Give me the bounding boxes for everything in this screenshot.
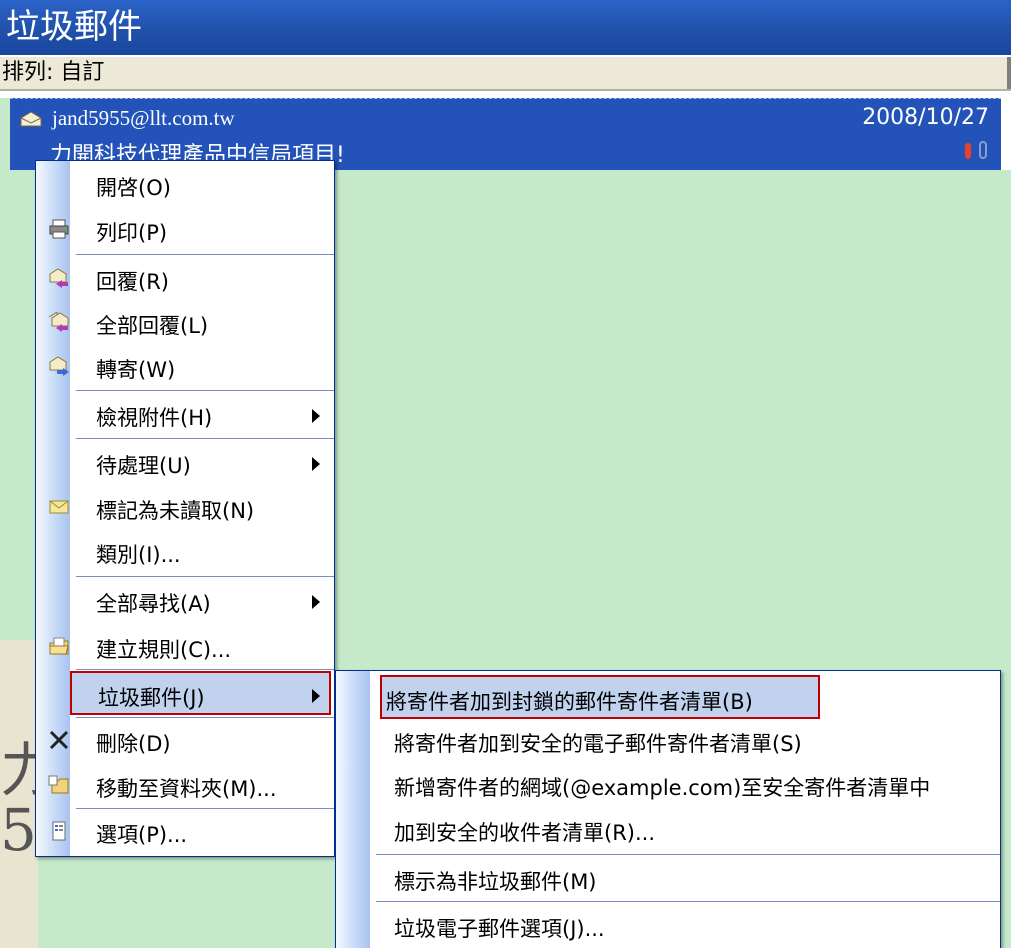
delete-x-icon [49, 730, 69, 750]
menu-separator [376, 901, 1000, 902]
menu-separator [76, 390, 334, 391]
scrollbar-edge[interactable] [1001, 98, 1011, 170]
reply-icon [49, 268, 68, 288]
menu-item-forward[interactable]: 轉寄(W) [36, 345, 334, 389]
submenu-item-block-sender[interactable]: 將寄件者加到封鎖的郵件寄件者清單(B) [380, 675, 820, 719]
junk-mail-submenu: 將寄件者加到封鎖的郵件寄件者清單(B) 將寄件者加到安全的電子郵件寄件者清單(S… [335, 670, 1001, 948]
menu-separator [76, 438, 334, 439]
menu-separator [76, 254, 334, 255]
menu-item-find-all[interactable]: 全部尋找(A) [36, 579, 334, 623]
menu-item-categories[interactable]: 類別(I)... [36, 530, 334, 574]
menu-item-view-attachments[interactable]: 檢視附件(H) [36, 393, 334, 437]
menu-separator [76, 717, 334, 718]
printer-icon [49, 219, 69, 239]
submenu-arrow-icon [312, 689, 320, 703]
menu-item-reply[interactable]: 回覆(R) [36, 257, 334, 301]
rules-icon [49, 637, 69, 655]
submenu-item-junk-options[interactable]: 垃圾電子郵件選項(J)... [336, 904, 1000, 948]
menu-item-delete[interactable]: 刪除(D) [36, 719, 334, 763]
context-menu: 開啓(O) 列印(P) 回覆(R) 全部回覆(L) 轉寄(W) 檢視附件(H) … [35, 160, 335, 857]
submenu-arrow-icon [312, 457, 320, 471]
menu-separator [376, 854, 1000, 855]
submenu-item-safe-domain[interactable]: 新增寄件者的網域(@example.com)至安全寄件者清單中 [336, 763, 1000, 807]
menu-item-move-to-folder[interactable]: 移動至資料夾(M)... [36, 764, 334, 808]
list-top-strip [0, 91, 1011, 98]
menu-separator [76, 808, 334, 809]
menu-separator [76, 576, 334, 577]
submenu-item-safe-recipient[interactable]: 加到安全的收件者清單(R)... [336, 808, 1000, 852]
submenu-arrow-icon [312, 409, 320, 423]
menu-item-print[interactable]: 列印(P) [36, 208, 334, 252]
menu-item-open[interactable]: 開啓(O) [36, 163, 334, 207]
menu-item-mark-unread[interactable]: 標記為未讀取(N) [36, 486, 334, 530]
message-sender: jand5955@llt.com.tw [52, 106, 235, 130]
menu-item-options[interactable]: 選項(P)... [36, 810, 334, 854]
forward-icon [49, 356, 69, 376]
sort-label: 排列: 自訂 [2, 60, 105, 85]
envelope-open-icon [20, 111, 42, 127]
menu-item-junk-mail[interactable]: 垃圾郵件(J) [70, 671, 331, 715]
reply-all-icon [48, 312, 69, 332]
move-folder-icon [48, 775, 69, 794]
submenu-item-not-junk[interactable]: 標示為非垃圾郵件(M) [336, 857, 1000, 901]
submenu-arrow-icon [312, 595, 320, 609]
options-icon [52, 821, 66, 841]
folder-title: 垃圾郵件 [0, 0, 1011, 55]
sort-bar-edge [1007, 57, 1011, 89]
submenu-item-safe-sender[interactable]: 將寄件者加到安全的電子郵件寄件者清單(S) [336, 719, 1000, 763]
envelope-icon [49, 500, 69, 514]
message-date: 2008/10/27 [862, 105, 989, 130]
attachment-icon [979, 141, 987, 159]
importance-icon [965, 143, 971, 159]
menu-item-reply-all[interactable]: 全部回覆(L) [36, 301, 334, 345]
sort-bar[interactable]: 排列: 自訂 [0, 55, 1011, 91]
menu-item-follow-up[interactable]: 待處理(U) [36, 441, 334, 485]
menu-separator [76, 669, 334, 670]
menu-item-create-rule[interactable]: 建立規則(C)... [36, 625, 334, 669]
